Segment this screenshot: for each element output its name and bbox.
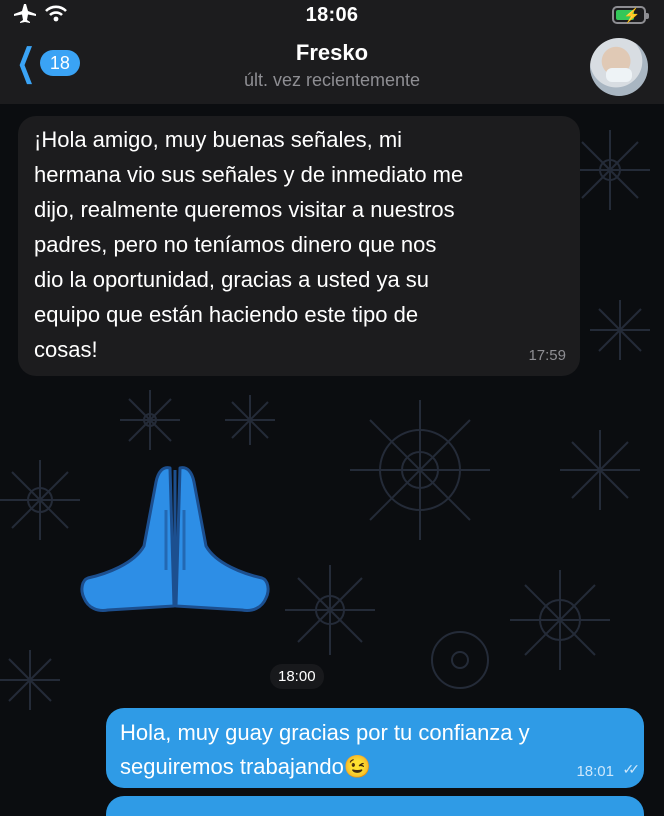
sticker-time: 18:00 xyxy=(270,664,324,689)
message-bubble-outgoing-partial xyxy=(106,796,644,816)
message-time: 17:59 xyxy=(528,347,566,364)
message-text: Hola, muy guay gracias por tu confianza … xyxy=(120,720,530,779)
folded-hands-icon[interactable] xyxy=(78,460,272,618)
contact-avatar[interactable] xyxy=(590,38,648,96)
battery-icon: ⚡ xyxy=(612,6,649,24)
chat-title[interactable]: Fresko xyxy=(0,40,664,66)
message-text: ¡Hola amigo, muy buenas señales, mi herm… xyxy=(34,127,464,362)
status-time: 18:06 xyxy=(305,4,359,26)
read-checkmarks-icon: ✓✓ xyxy=(622,761,641,777)
last-seen-status: últ. vez recientemente xyxy=(243,70,421,90)
chat-header: 18:06 ⚡ ❮ 18 Fresko últ. vez recientemen… xyxy=(0,0,664,104)
message-bubble-incoming[interactable]: ¡Hola amigo, muy buenas señales, mi herm… xyxy=(18,116,580,376)
message-bubble-outgoing[interactable]: Hola, muy guay gracias por tu confianza … xyxy=(106,708,644,788)
message-time: 18:01 xyxy=(576,763,614,780)
charging-bolt-icon: ⚡ xyxy=(623,7,641,23)
